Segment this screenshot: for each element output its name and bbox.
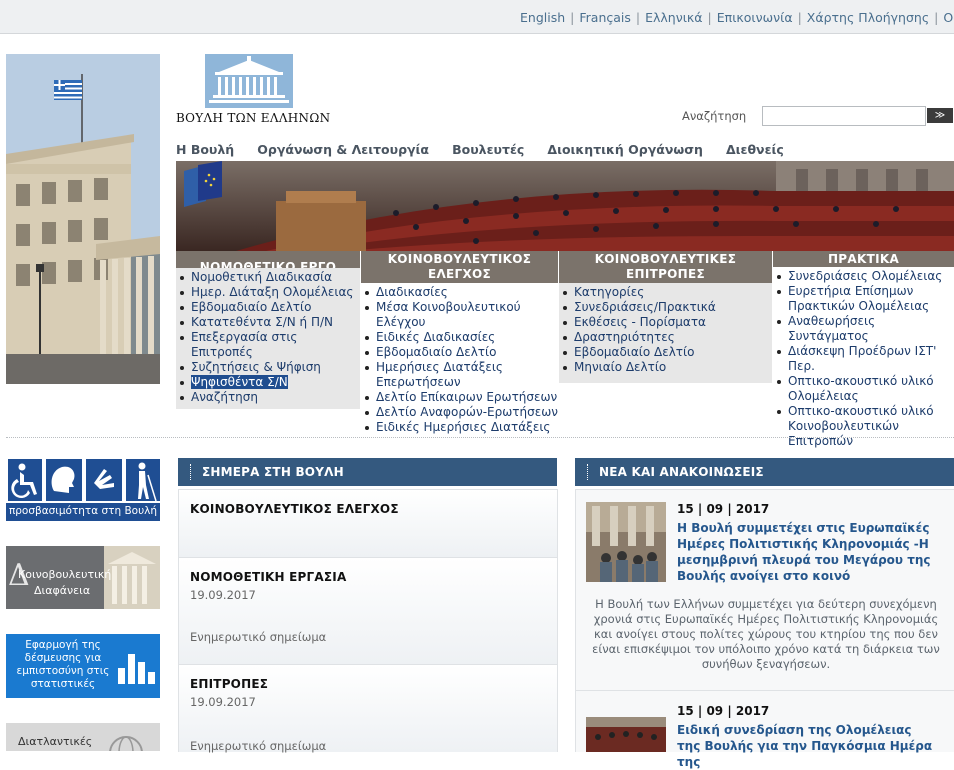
section-divider <box>6 437 954 438</box>
nav-mps[interactable]: Βουλευτές <box>452 142 524 157</box>
statistics-banner-text: Εφαρμογή της δέσμευσης για εμπιστοσύνη σ… <box>16 639 110 690</box>
search-input[interactable] <box>762 106 926 126</box>
list-item[interactable]: Νομοθετική Διαδικασία <box>176 270 360 285</box>
link-greek[interactable]: Ελληνικά <box>645 10 702 25</box>
list-item[interactable]: Οπτικο-ακουστικό υλικό Ολομέλειας <box>773 374 954 404</box>
nav-organization[interactable]: Οργάνωση & Λειτουργία <box>257 142 429 157</box>
list-item[interactable]: Ειδικές Διαδικασίες <box>361 330 558 345</box>
accessibility-banner[interactable]: προσβασιμότητα στη Βουλή <box>6 457 160 521</box>
list-item[interactable]: Μέσα Κοινοβουλευτικού Ελέγχου <box>361 300 558 330</box>
list-item[interactable]: Ημερήσιες Διατάξεις Επερωτήσεων <box>361 360 558 390</box>
list-item[interactable]: Κατηγορίες <box>559 285 772 300</box>
today-item-date: 19.09.2017 <box>190 588 256 602</box>
link-help[interactable]: Οδηγίες <box>943 10 954 25</box>
news-title-link[interactable]: Η Βουλή συμμετέχει στις Ευρωπαϊκές Ημέρε… <box>677 520 937 584</box>
today-item-control[interactable]: ΚΟΙΝΟΒΟΥΛΕΥΤΙΚΟΣ ΕΛΕΓΧΟΣ <box>178 489 558 557</box>
globe-icon <box>109 736 143 751</box>
parliament-building-photo <box>6 54 160 384</box>
statistics-banner[interactable]: Εφαρμογή της δέσμευσης για εμπιστοσύνη σ… <box>6 634 160 698</box>
main-nav: Η Βουλή Οργάνωση & Λειτουργία Βουλευτές … <box>176 139 954 161</box>
international-banner-text: Διατλαντικές <box>18 735 93 748</box>
list-item[interactable]: Αναζήτηση <box>176 390 360 405</box>
list-item[interactable]: Διάσκεψη Προέδρων ΙΣΤ' Περ. <box>773 344 954 374</box>
plenary-hall-banner <box>176 161 954 251</box>
column-legislative: Νομοθετική Διαδικασία Ημερ. Διάταξη Ολομ… <box>176 268 360 409</box>
transparency-text-2: Διαφάνεια <box>34 584 91 597</box>
list-item[interactable]: Εβδομαδιαίο Δελτίο <box>559 345 772 360</box>
today-panel-header: ΣΗΜΕΡΑ ΣΤΗ ΒΟΥΛΗ <box>178 458 557 486</box>
nav-international[interactable]: Διεθνείς <box>726 142 784 157</box>
list-item[interactable]: Εκθέσεις - Πορίσματα <box>559 315 772 330</box>
list-item[interactable]: Διαδικασίες <box>361 285 558 300</box>
search-button[interactable]: ≫ <box>927 108 953 123</box>
list-item[interactable]: Επεξεργασία στις Επιτροπές <box>176 330 360 360</box>
news-summary: Η Βουλή των Ελλήνων συμμετέχει για δεύτε… <box>592 597 940 671</box>
column-header-committees[interactable]: ΚΟΙΝΟΒΟΥΛΕΥΤΙΚΕΣ ΕΠΙΤΡΟΠΕΣ <box>559 251 772 283</box>
list-item[interactable]: Δραστηριότητες <box>559 330 772 345</box>
list-item[interactable]: Συνεδριάσεις/Πρακτικά <box>559 300 772 315</box>
top-bar: English | Français | Ελληνικά | Επικοινωνία | Χά… <box>0 0 954 34</box>
transparency-text-1: Κοινοβουλευτική <box>18 568 112 581</box>
language-links: English | Français | Ελληνικά | Επικοινωνία | Χά… <box>520 10 954 25</box>
news-item[interactable]: 15 | 09 | 2017 Ειδική συνεδρίαση της Ολο… <box>575 690 954 769</box>
list-item-selected[interactable]: Ψηφισθέντα Σ/Ν <box>176 375 360 390</box>
list-item[interactable]: Μηνιαίο Δελτίο <box>559 360 772 375</box>
list-item[interactable]: Οπτικο-ακουστικό υλικό Κοινοβουλευτικών … <box>773 404 954 449</box>
nav-parliament[interactable]: Η Βουλή <box>176 142 234 157</box>
column-committees: Κατηγορίες Συνεδριάσεις/Πρακτικά Εκθέσει… <box>559 283 772 383</box>
transparency-photo <box>104 546 160 609</box>
today-item-committees[interactable]: ΕΠΙΤΡΟΠΕΣ 19.09.2017 Ενημερωτικό σημείωμ… <box>178 664 558 753</box>
column-header-control[interactable]: ΚΟΙΝΟΒΟΥΛΕΥΤΙΚΟΣ ΕΛΕΓΧΟΣ <box>361 251 558 283</box>
news-date: 15 | 09 | 2017 <box>677 704 770 718</box>
today-item-title: ΕΠΙΤΡΟΠΕΣ <box>190 677 269 691</box>
list-item[interactable]: Αναθεωρήσεις Συντάγματος <box>773 314 954 344</box>
list-item[interactable]: Ευρετήρια Επίσημων Πρακτικών Ολομέλειας <box>773 284 954 314</box>
column-header-minutes[interactable]: ΠΡΑΚΤΙΚΑ <box>773 251 954 267</box>
list-item[interactable]: Συζητήσεις & Ψήφιση <box>176 360 360 375</box>
logo-text: ΒΟΥΛΗ ΤΩΝ ΕΛΛΗΝΩΝ <box>176 111 331 125</box>
column-control: Διαδικασίες Μέσα Κοινοβουλευτικού Ελέγχο… <box>361 283 558 439</box>
link-french[interactable]: Français <box>579 10 631 25</box>
news-title-link[interactable]: Ειδική συνεδρίαση της Ολομέλειας της Βου… <box>677 722 937 770</box>
nav-administration[interactable]: Διοικητική Οργάνωση <box>547 142 702 157</box>
link-sitemap[interactable]: Χάρτης Πλοήγησης <box>807 10 929 25</box>
link-contact[interactable]: Επικοινωνία <box>717 10 793 25</box>
today-item-link[interactable]: Ενημερωτικό σημείωμα <box>190 630 326 644</box>
news-thumbnail[interactable] <box>586 502 666 582</box>
bar-chart-icon <box>118 654 155 684</box>
list-item[interactable]: Ημερ. Διάταξη Ολομέλειας <box>176 285 360 300</box>
column-minutes: Συνεδριάσεις Ολομέλειας Ευρετήρια Επίσημ… <box>773 267 954 453</box>
news-panel-header: ΝΕΑ ΚΑΙ ΑΝΑΚΟΙΝΩΣΕΙΣ <box>575 458 954 486</box>
list-item[interactable]: Συνεδριάσεις Ολομέλειας <box>773 269 954 284</box>
list-item[interactable]: Δελτίο Επίκαιρων Ερωτήσεων <box>361 390 558 405</box>
news-thumbnail[interactable] <box>586 717 666 752</box>
search-label: Αναζήτηση <box>682 109 747 123</box>
list-item[interactable]: Δελτίο Αναφορών-Ερωτήσεων <box>361 405 558 420</box>
news-date: 15 | 09 | 2017 <box>677 502 770 516</box>
list-item[interactable]: Ειδικές Ημερήσιες Διατάξεις <box>361 420 558 435</box>
transparency-banner[interactable]: Δ Κοινοβουλευτική Διαφάνεια <box>6 546 160 609</box>
list-item[interactable]: Εβδομαδιαίο Δελτίο <box>176 300 360 315</box>
today-item-date: 19.09.2017 <box>190 695 256 709</box>
list-item[interactable]: Εβδομαδιαίο Δελτίο <box>361 345 558 360</box>
today-item-title: ΝΟΜΟΘΕΤΙΚΗ ΕΡΓΑΣΙΑ <box>190 570 347 584</box>
accessibility-banner-text: προσβασιμότητα στη Βουλή <box>8 505 158 517</box>
list-item[interactable]: Κατατεθέντα Σ/Ν ή Π/Ν <box>176 315 360 330</box>
link-english[interactable]: English <box>520 10 565 25</box>
today-item-legislative[interactable]: ΝΟΜΟΘΕΤΙΚΗ ΕΡΓΑΣΙΑ 19.09.2017 Ενημερωτικ… <box>178 557 558 664</box>
parliament-logo[interactable] <box>205 54 293 108</box>
international-banner[interactable]: Διατλαντικές <box>6 723 160 751</box>
today-item-title: ΚΟΙΝΟΒΟΥΛΕΥΤΙΚΟΣ ΕΛΕΓΧΟΣ <box>190 502 399 516</box>
news-item[interactable]: 15 | 09 | 2017 Η Βουλή συμμετέχει στις Ε… <box>575 489 954 690</box>
